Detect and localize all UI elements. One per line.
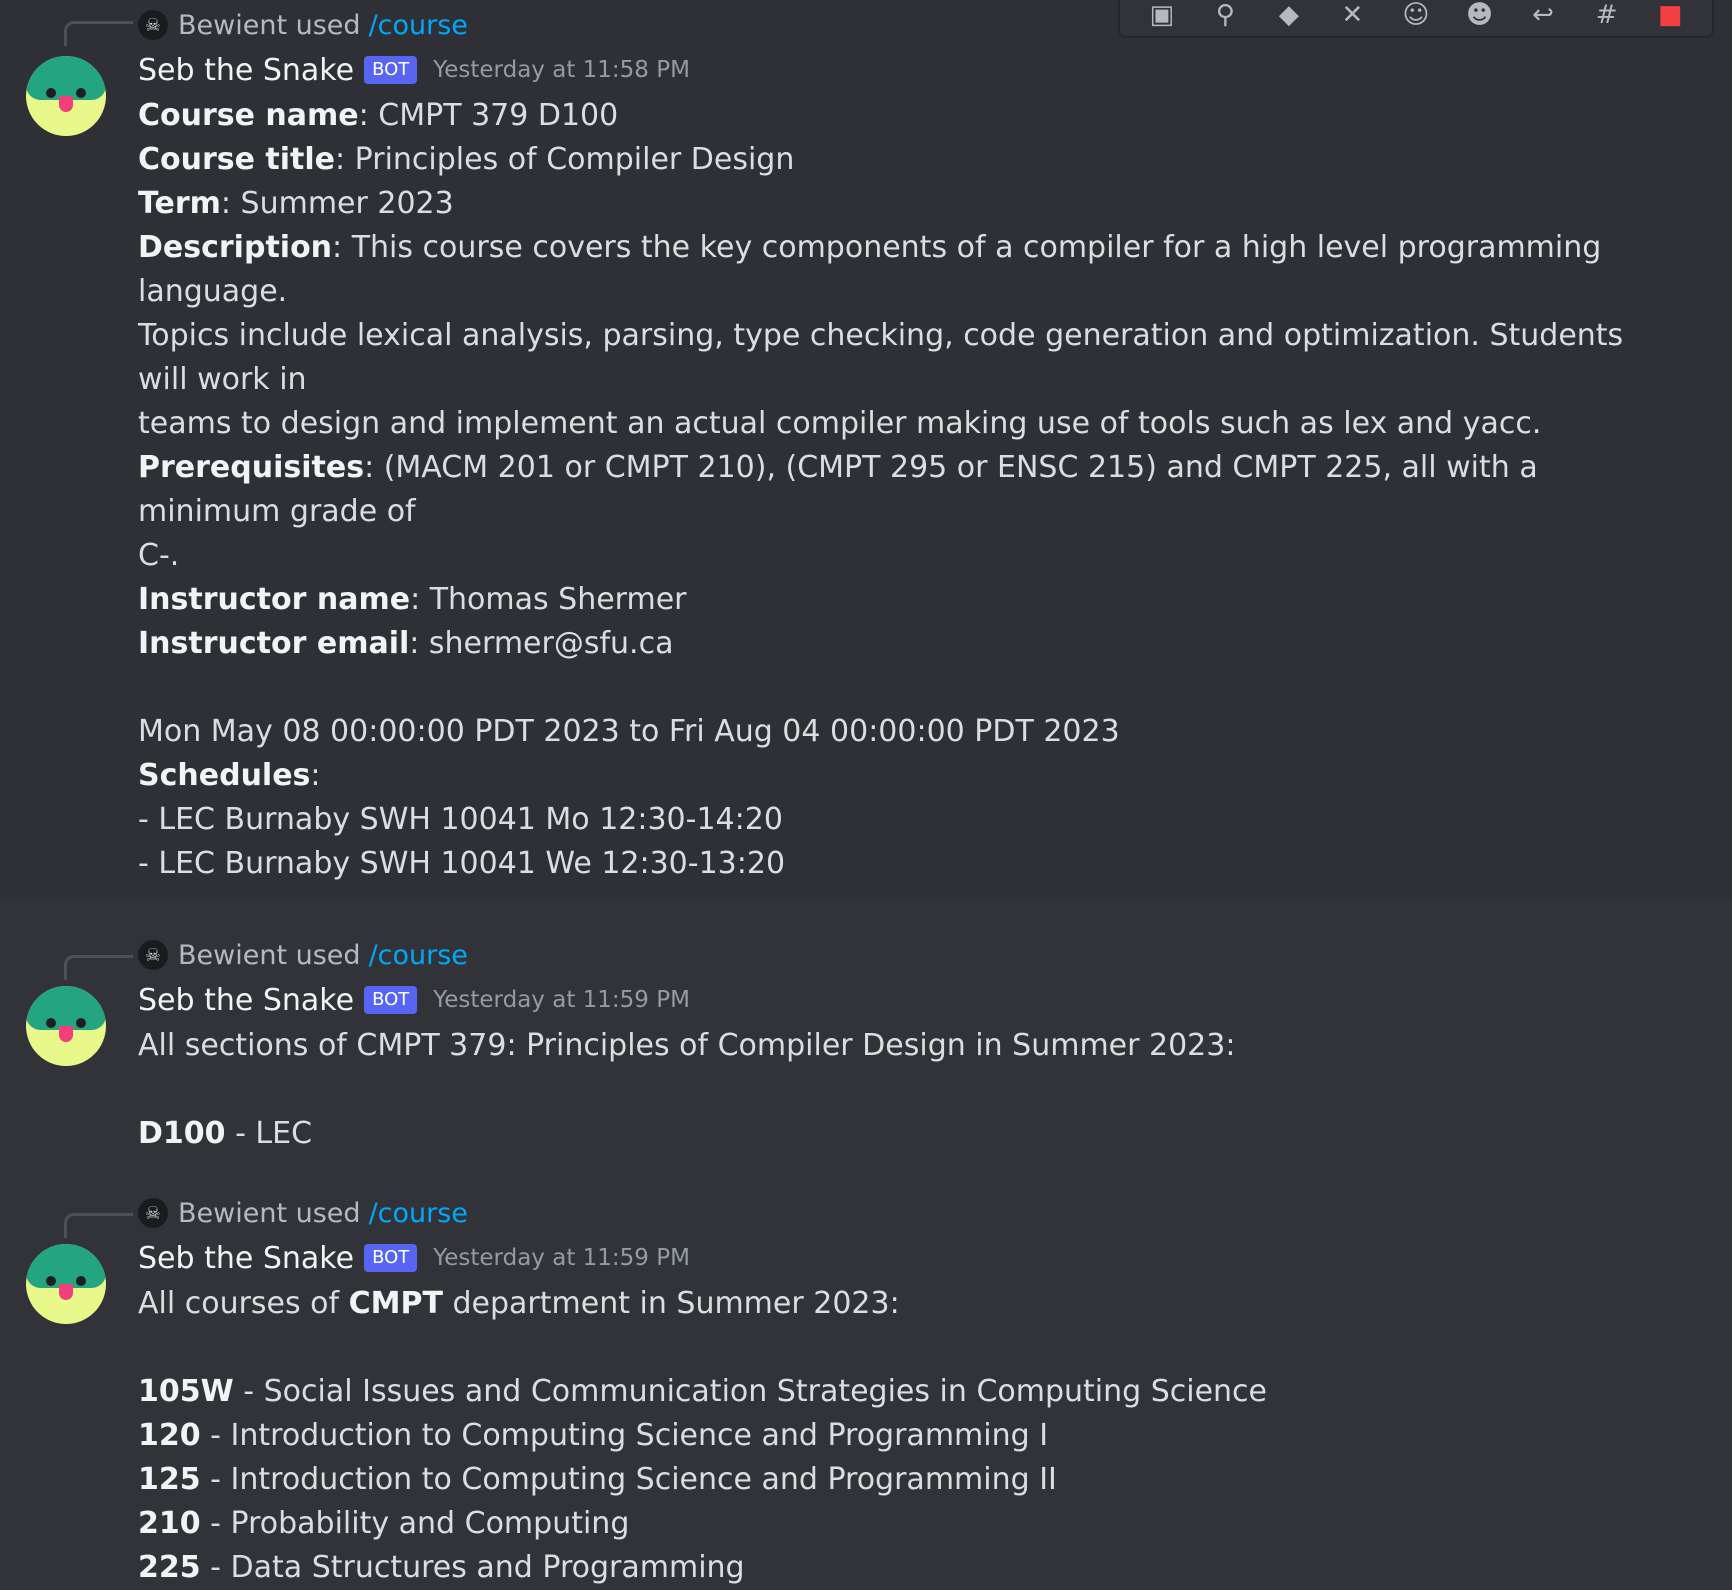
message-header: Seb the Snake BOT Yesterday at 11:59 PM: [138, 976, 1672, 1024]
content-line: Schedules:: [138, 758, 321, 793]
message[interactable]: ☠ Bewient used /course Seb the Snake BOT…: [0, 1156, 1732, 1590]
content-line: C-.: [138, 538, 180, 573]
author-name[interactable]: Seb the Snake: [138, 1241, 354, 1276]
reply-connector: [64, 21, 133, 46]
bot-badge: BOT: [364, 986, 418, 1014]
content-line: Topics include lexical analysis, parsing…: [138, 318, 1624, 397]
message[interactable]: ☠ Bewient used /course Seb the Snake BOT…: [0, 900, 1732, 1156]
reply-user[interactable]: Bewient: [178, 10, 287, 41]
content-line: Course name: CMPT 379 D100: [138, 98, 619, 133]
reply-context[interactable]: ☠ Bewient used /course: [138, 4, 1672, 46]
content-line: 125 - Introduction to Computing Science …: [138, 1462, 1057, 1497]
message-content: Course name: CMPT 379 D100 Course title:…: [138, 94, 1672, 886]
bot-avatar[interactable]: [26, 56, 106, 136]
reply-used: used: [295, 9, 361, 41]
content-line: All sections of CMPT 379: Principles of …: [138, 1028, 1236, 1063]
reply-context[interactable]: ☠ Bewient used /course: [138, 1192, 1672, 1234]
bot-badge: BOT: [364, 56, 418, 84]
reply-connector: [64, 955, 133, 980]
reply-connector: [64, 1213, 133, 1238]
content-line: - LEC Burnaby SWH 10041 We 12:30-13:20: [138, 846, 786, 881]
content-line: All courses of CMPT department in Summer…: [138, 1286, 900, 1321]
command-link[interactable]: /course: [369, 1198, 468, 1229]
content-line: [138, 666, 1672, 710]
content-line: 120 - Introduction to Computing Science …: [138, 1418, 1049, 1453]
content-line: - LEC Burnaby SWH 10041 Mo 12:30-14:20: [138, 802, 783, 837]
avatar[interactable]: ☠: [138, 1198, 168, 1228]
command-link[interactable]: /course: [369, 10, 468, 41]
content-line: teams to design and implement an actual …: [138, 406, 1542, 441]
timestamp[interactable]: Yesterday at 11:58 PM: [433, 57, 690, 83]
reply-used: used: [295, 1197, 361, 1229]
content-line: Mon May 08 00:00:00 PDT 2023 to Fri Aug …: [138, 714, 1120, 749]
reply-user[interactable]: Bewient: [178, 1198, 287, 1229]
message-header: Seb the Snake BOT Yesterday at 11:58 PM: [138, 46, 1672, 94]
author-name[interactable]: Seb the Snake: [138, 983, 354, 1018]
reply-context[interactable]: ☠ Bewient used /course: [138, 934, 1672, 976]
content-line: 210 - Probability and Computing: [138, 1506, 630, 1541]
content-line: 105W - Social Issues and Communication S…: [138, 1374, 1268, 1409]
content-line: 225 - Data Structures and Programming: [138, 1550, 745, 1585]
bot-badge: BOT: [364, 1244, 418, 1272]
message-content: All courses of CMPT department in Summer…: [138, 1282, 1672, 1590]
message-header: Seb the Snake BOT Yesterday at 11:59 PM: [138, 1234, 1672, 1282]
content-line: Term: Summer 2023: [138, 186, 454, 221]
author-name[interactable]: Seb the Snake: [138, 53, 354, 88]
content-line: Instructor email: shermer@sfu.ca: [138, 626, 674, 661]
timestamp[interactable]: Yesterday at 11:59 PM: [433, 1245, 690, 1271]
content-line: D100 - LEC: [138, 1116, 313, 1151]
avatar[interactable]: ☠: [138, 10, 168, 40]
content-line: Course title: Principles of Compiler Des…: [138, 142, 795, 177]
timestamp[interactable]: Yesterday at 11:59 PM: [433, 987, 690, 1013]
avatar[interactable]: ☠: [138, 940, 168, 970]
bot-avatar[interactable]: [26, 986, 106, 1066]
reply-user[interactable]: Bewient: [178, 940, 287, 971]
content-line: [138, 1068, 1672, 1112]
message[interactable]: ▣ ⚲ ◆ ✕ ☺ ☻ ↩ # ■ ☠ Bewient used /course…: [0, 0, 1732, 900]
message-content: All sections of CMPT 379: Principles of …: [138, 1024, 1672, 1156]
content-line: [138, 1326, 1672, 1370]
command-link[interactable]: /course: [369, 940, 468, 971]
content-line: Description: This course covers the key …: [138, 230, 1602, 309]
bot-avatar[interactable]: [26, 1244, 106, 1324]
content-line: Prerequisites: (MACM 201 or CMPT 210), (…: [138, 450, 1538, 529]
reply-used: used: [295, 939, 361, 971]
content-line: Instructor name: Thomas Shermer: [138, 582, 687, 617]
